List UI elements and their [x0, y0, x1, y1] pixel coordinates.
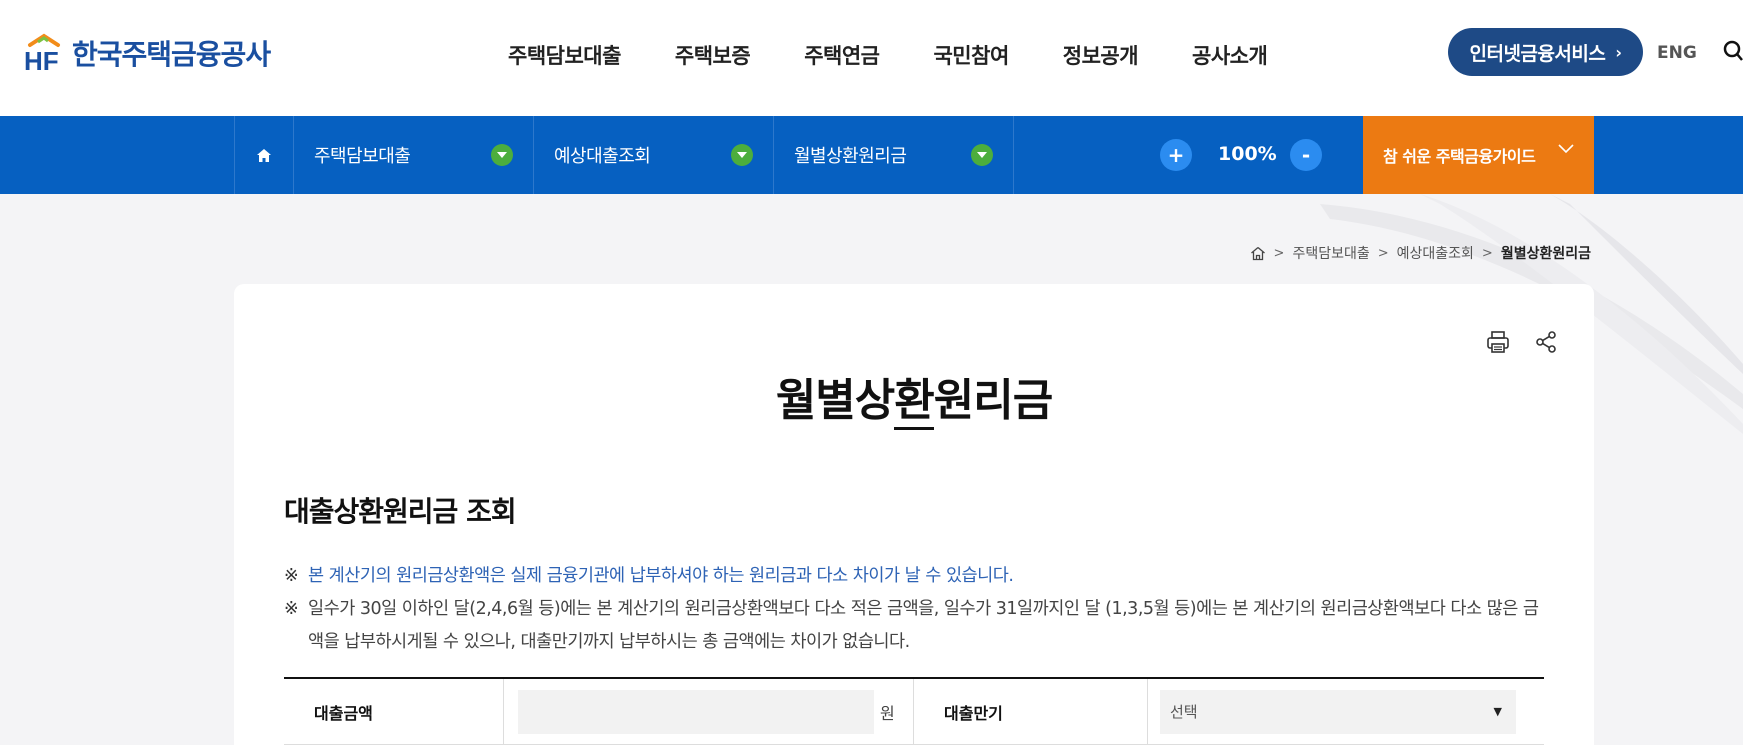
title-underline	[894, 427, 934, 430]
site-logo[interactable]: HF 한국주택금융공사	[22, 33, 271, 73]
global-nav: 주택담보대출 주택보증 주택연금 국민참여 정보공개 공사소개	[508, 40, 1321, 70]
eng-language-link[interactable]: ENG	[1657, 43, 1697, 63]
print-icon[interactable]	[1486, 330, 1510, 354]
chevron-right-icon: >	[1481, 245, 1493, 261]
content-card: 월별상환원리금 대출상환원리금 조회 ※ 본 계산기의 원리금상환액은 실제 금…	[234, 284, 1594, 745]
nav-dropdown-label: 주택담보대출	[314, 146, 411, 167]
site-header: HF 한국주택금융공사 주택담보대출 주택보증 주택연금 국민참여 정보공개 공…	[0, 0, 1743, 116]
nav-dropdown-label: 예상대출조회	[554, 146, 651, 167]
share-icon[interactable]	[1534, 330, 1558, 354]
zoom-in-button[interactable]: +	[1160, 139, 1192, 171]
gnb-item-guarantee[interactable]: 주택보증	[675, 40, 751, 70]
breadcrumb-item-estimate[interactable]: 예상대출조회	[1397, 243, 1474, 263]
maturity-label: 대출만기	[914, 679, 1148, 744]
nav-dropdown-monthly[interactable]: 월별상환원리금	[774, 116, 1014, 194]
loan-form-table: 대출금액 원 대출만기 선택 ▼	[284, 677, 1544, 745]
breadcrumb-item-mortgage[interactable]: 주택담보대출	[1292, 243, 1369, 263]
home-button[interactable]	[234, 116, 294, 194]
nav-dropdown-mortgage[interactable]: 주택담보대출	[294, 116, 534, 194]
breadcrumb-home-icon[interactable]	[1250, 246, 1266, 261]
chevron-right-icon: >	[1273, 245, 1285, 261]
reference-mark: ※	[284, 566, 299, 586]
home-icon	[257, 148, 271, 162]
notice-list: ※ 본 계산기의 원리금상환액은 실제 금융기관에 납부하셔야 하는 원리금과 …	[284, 560, 1544, 659]
chevron-right-icon: >	[1377, 245, 1389, 261]
loan-amount-label: 대출금액	[284, 679, 504, 744]
notice-text: 본 계산기의 원리금상환액은 실제 금융기관에 납부하셔야 하는 원리금과 다소…	[308, 566, 1014, 586]
caret-down-icon: ▼	[1493, 705, 1502, 718]
zoom-out-button[interactable]: -	[1290, 139, 1322, 171]
zoom-level: 100%	[1218, 143, 1277, 165]
internet-service-button[interactable]: 인터넷금융서비스 ›	[1448, 28, 1643, 76]
breadcrumb: > 주택담보대출 > 예상대출조회 > 월별상환원리금	[1250, 243, 1591, 263]
gnb-item-participation[interactable]: 국민참여	[933, 40, 1009, 70]
currency-unit: 원	[880, 703, 895, 723]
breadcrumb-item-current: 월별상환원리금	[1500, 246, 1591, 262]
nav-dropdown-estimate[interactable]: 예상대출조회	[534, 116, 774, 194]
location-bar: 주택담보대출 예상대출조회 월별상환원리금 + 100% - 참 쉬운 주택금융…	[0, 116, 1743, 194]
loan-amount-input[interactable]	[518, 689, 874, 734]
page-title: 월별상환원리금	[775, 375, 1053, 426]
hf-logo-icon: HF	[24, 33, 60, 73]
maturity-selected-value: 선택	[1170, 703, 1198, 721]
gnb-item-about[interactable]: 공사소개	[1192, 40, 1268, 70]
loan-amount-cell: 원	[504, 679, 914, 744]
chevron-down-icon	[491, 144, 513, 166]
svg-text:HF: HF	[24, 46, 59, 73]
chevron-down-icon	[1558, 144, 1574, 154]
notice-text: 일수가 30일 이하인 달(2,4,6월 등)에는 본 계산기의 원리금상환액보…	[308, 599, 1539, 652]
section-title: 대출상환원리금 조회	[284, 495, 517, 528]
chevron-right-icon: ›	[1615, 42, 1622, 62]
nav-dropdown-label: 월별상환원리금	[794, 146, 907, 167]
housing-finance-guide-button[interactable]: 참 쉬운 주택금융가이드	[1363, 116, 1594, 194]
maturity-cell: 선택 ▼	[1148, 679, 1544, 744]
form-row: 대출금액 원 대출만기 선택 ▼	[284, 679, 1544, 745]
internet-service-label: 인터넷금융서비스	[1469, 42, 1606, 65]
maturity-select[interactable]: 선택 ▼	[1160, 689, 1516, 734]
notice-item: ※ 일수가 30일 이하인 달(2,4,6월 등)에는 본 계산기의 원리금상환…	[284, 593, 1544, 659]
chevron-down-icon	[971, 144, 993, 166]
gnb-item-pension[interactable]: 주택연금	[804, 40, 880, 70]
guide-label: 참 쉬운 주택금융가이드	[1383, 147, 1536, 166]
search-icon[interactable]	[1723, 40, 1743, 62]
notice-item: ※ 본 계산기의 원리금상환액은 실제 금융기관에 납부하셔야 하는 원리금과 …	[284, 560, 1544, 593]
gnb-item-disclosure[interactable]: 정보공개	[1063, 40, 1139, 70]
gnb-item-mortgage[interactable]: 주택담보대출	[508, 40, 621, 70]
logo-text: 한국주택금융공사	[72, 38, 271, 71]
chevron-down-icon	[731, 144, 753, 166]
reference-mark: ※	[284, 599, 299, 619]
